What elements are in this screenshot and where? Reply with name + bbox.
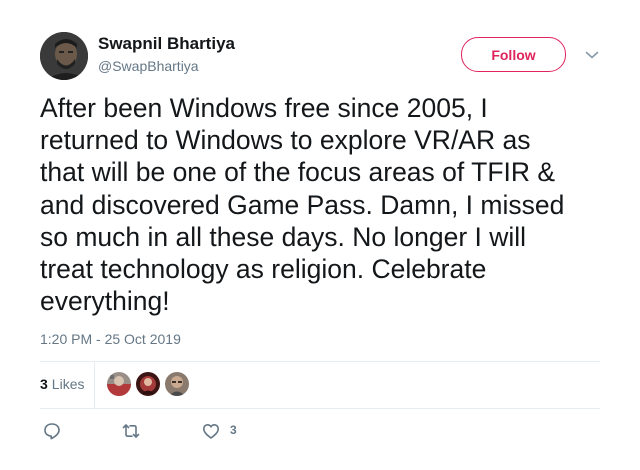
tweet-text-line: and discovered Game Pass. Damn, I missed <box>40 189 565 220</box>
likes-count: 3 <box>40 376 48 392</box>
tweet-text: After been Windows free since 2005, I re… <box>40 92 602 317</box>
tweet-text-line: treat technology as religion. Celebrate <box>40 254 487 285</box>
author-display-name[interactable]: Swapnil Bhartiya <box>98 34 235 54</box>
reply-icon[interactable] <box>42 421 62 441</box>
likes-summary[interactable]: 3 Likes <box>40 376 84 392</box>
liker-avatar[interactable] <box>136 372 160 396</box>
liker-avatar[interactable] <box>107 372 131 396</box>
likes-label: Likes <box>51 376 85 392</box>
follow-button[interactable]: Follow <box>461 37 566 72</box>
author-handle[interactable]: @SwapBhartiya <box>98 58 199 74</box>
chevron-down-icon[interactable] <box>583 46 601 64</box>
tweet-text-line: returned to Windows to explore VR/AR as <box>40 125 531 156</box>
heart-icon[interactable] <box>201 421 221 441</box>
tweet-text-line: so much in all these days. No longer I w… <box>40 221 527 252</box>
liker-avatar[interactable] <box>165 372 189 396</box>
author-avatar-image <box>40 32 88 80</box>
likes-row: 3 Likes <box>40 361 600 408</box>
divider-vertical <box>94 361 95 408</box>
tweet-text-line: everything! <box>40 286 170 317</box>
retweet-icon[interactable] <box>121 421 141 441</box>
like-count[interactable]: 3 <box>230 423 237 437</box>
tweet-timestamp[interactable]: 1:20 PM - 25 Oct 2019 <box>40 331 181 347</box>
tweet-text-line: After been Windows free since 2005, I <box>40 93 488 123</box>
tweet-card: Swapnil Bhartiya @SwapBhartiya Follow Af… <box>0 0 640 470</box>
divider <box>40 408 600 409</box>
author-avatar[interactable] <box>40 32 88 80</box>
tweet-text-line: that will be one of the focus areas of T… <box>40 157 556 188</box>
